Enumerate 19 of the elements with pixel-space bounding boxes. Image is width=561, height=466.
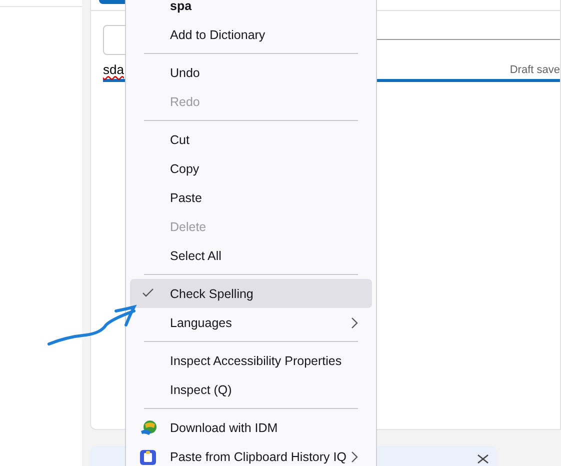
menu-item[interactable]: Inspect Accessibility Properties	[130, 346, 372, 375]
menu-item[interactable]: Undo	[130, 58, 372, 87]
menu-item[interactable]: Check Spelling	[130, 279, 372, 308]
menu-item[interactable]: Cut	[130, 125, 372, 154]
menu-item[interactable]: Paste from Clipboard History IQ	[130, 442, 372, 466]
menu-item[interactable]: Select All	[130, 241, 372, 270]
menu-item[interactable]: Copy	[130, 154, 372, 183]
menu-item[interactable]: Inspect (Q)	[130, 375, 372, 404]
menu-item[interactable]: spa	[130, 0, 372, 20]
globe-icon	[140, 420, 158, 436]
menu-item[interactable]: Paste	[130, 183, 372, 212]
menu-item[interactable]: Download with IDM	[130, 413, 372, 442]
draft-status: Draft save	[510, 64, 560, 76]
chevron-icon	[351, 450, 358, 462]
menu-item[interactable]: Languages	[130, 308, 372, 337]
body-text: sda	[103, 62, 124, 77]
chevron-icon	[351, 316, 358, 328]
menu-item[interactable]: Add to Dictionary	[130, 20, 372, 49]
close-icon[interactable]	[477, 454, 489, 464]
